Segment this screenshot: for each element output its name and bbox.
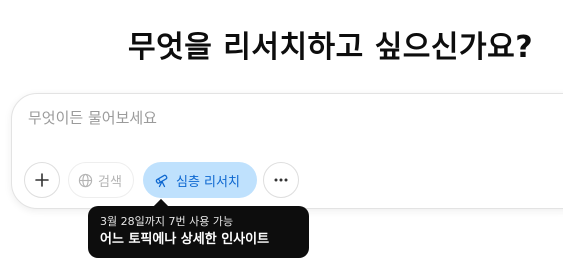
plus-icon: [34, 172, 50, 188]
globe-icon: [78, 173, 93, 188]
deep-research-tooltip: 3월 28일까지 7번 사용 가능 어느 토픽에나 상세한 인사이트: [88, 198, 309, 258]
tooltip-description: 어느 토픽에나 상세한 인사이트: [100, 232, 270, 247]
page: 무엇을 리서치하고 싶으신가요? 검색: [0, 0, 563, 275]
page-title: 무엇을 리서치하고 싶으신가요?: [128, 30, 534, 65]
attach-button[interactable]: [24, 162, 60, 198]
telescope-icon: [154, 172, 170, 188]
prompt-input[interactable]: [28, 106, 528, 130]
deep-research-label: 심층 리서치: [176, 174, 240, 190]
ellipsis-icon: [273, 172, 289, 188]
prompt-composer: 검색 심층 리서치: [11, 93, 563, 209]
usage-limit-text: 3월 28일까지 7번 사용 가능: [100, 215, 234, 228]
search-button-label: 검색: [98, 174, 122, 190]
search-button[interactable]: 검색: [68, 162, 134, 198]
more-options-button[interactable]: [263, 162, 299, 198]
deep-research-button[interactable]: 심층 리서치: [143, 162, 257, 198]
